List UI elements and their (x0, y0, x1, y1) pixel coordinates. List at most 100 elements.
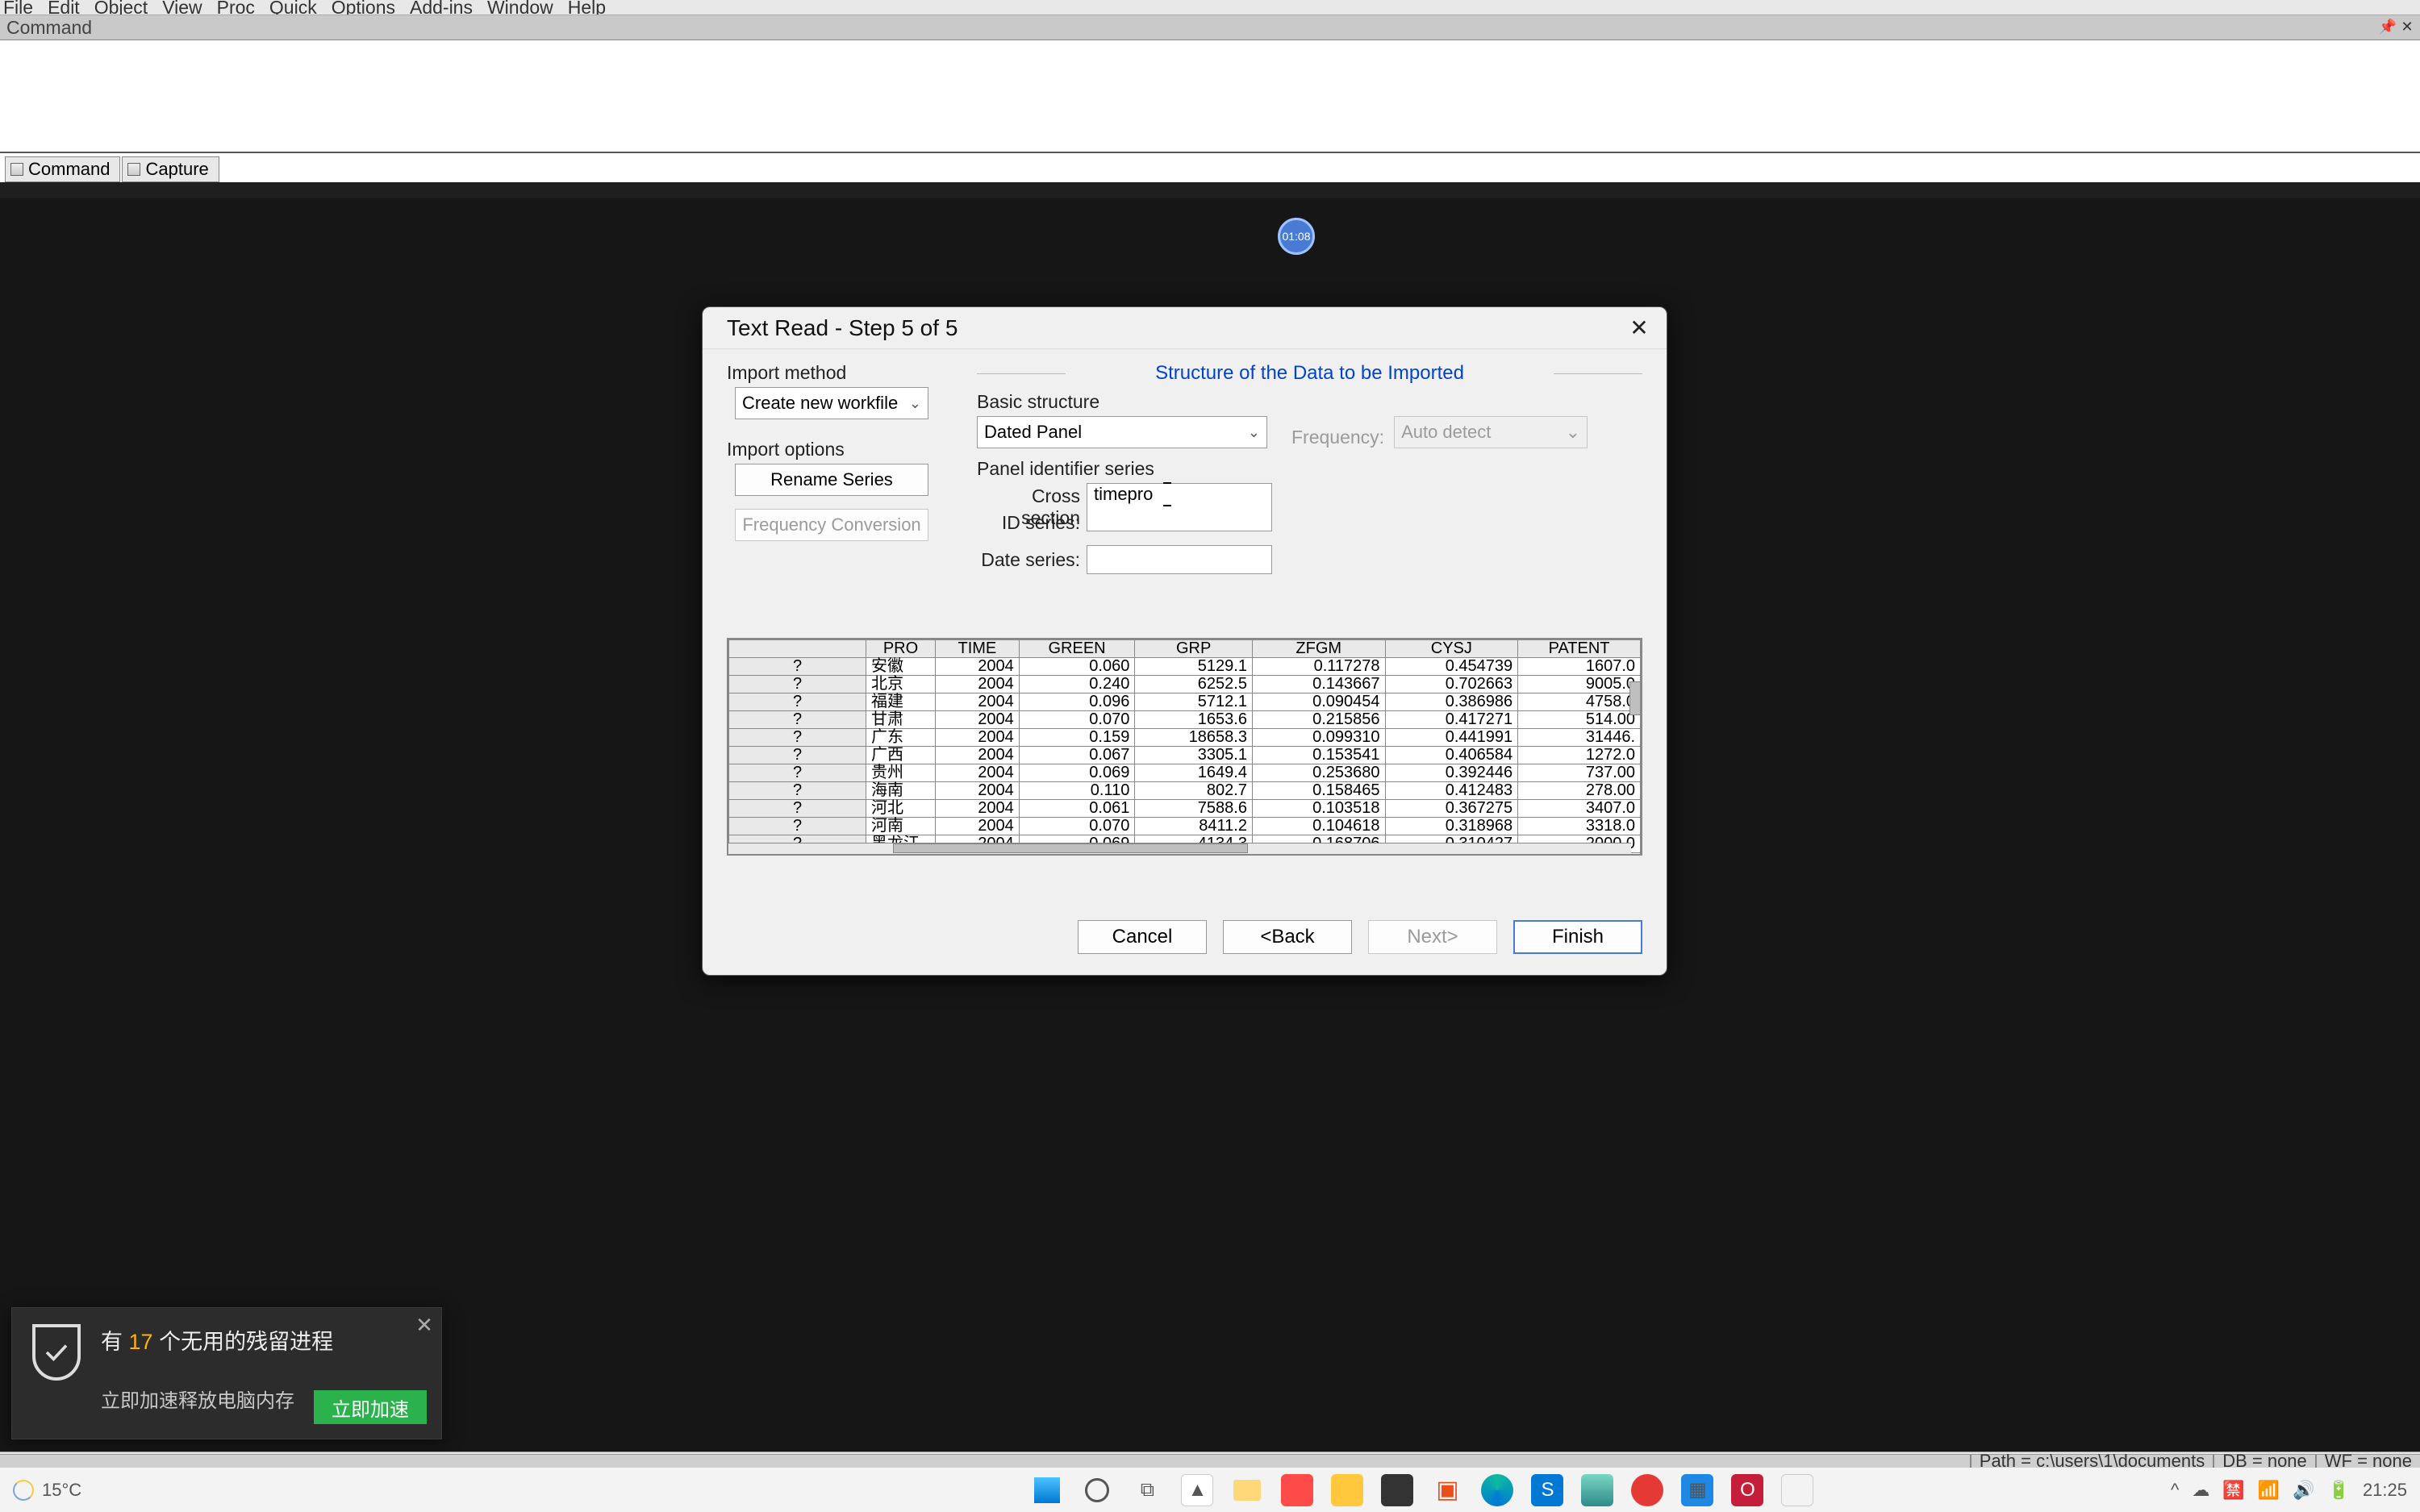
back-button[interactable]: <Back (1223, 920, 1352, 954)
dialog-close-button[interactable]: ✕ (1625, 314, 1654, 343)
chevron-down-icon: ⌄ (1566, 422, 1580, 443)
taskbar-app-2[interactable] (1281, 1474, 1313, 1506)
tab-capture-label: Capture (145, 159, 208, 180)
table-row[interactable]: ?贵州20040.0691649.40.2536800.392446737.00 (729, 764, 1641, 782)
frequency-value: Auto detect (1401, 422, 1491, 443)
basic-structure-select[interactable]: Dated Panel ⌄ (977, 416, 1267, 448)
tray-volume-icon[interactable]: 🔊 (2293, 1480, 2314, 1501)
rename-series-button[interactable]: Rename Series (735, 464, 928, 496)
grid-header-cysj[interactable]: CYSJ (1385, 640, 1518, 658)
command-input-area[interactable] (0, 40, 2420, 153)
toast-title: 有 17 个无用的残留进程 (101, 1324, 427, 1356)
import-method-select[interactable]: Create new workfile ⌄ (735, 387, 928, 419)
taskbar-clock[interactable]: 21:25 (2363, 1481, 2407, 1499)
weather-icon[interactable] (13, 1480, 34, 1501)
grid-header-grp[interactable]: GRP (1135, 640, 1253, 658)
toast-close-button[interactable]: ✕ (412, 1313, 436, 1337)
shield-icon (32, 1324, 81, 1381)
panel-identifier-label: Panel identifier series (977, 458, 1642, 480)
command-label: Command (6, 17, 92, 39)
text-read-dialog: Text Read - Step 5 of 5 ✕ Import method … (702, 306, 1667, 976)
close-icon: ✕ (1629, 314, 1648, 341)
pane-tabs: Command Capture (0, 153, 2420, 182)
basic-structure-value: Dated Panel (984, 422, 1082, 443)
recording-badge[interactable]: 01:08 (1278, 218, 1315, 255)
taskbar-app-1[interactable]: ▲ (1181, 1474, 1213, 1506)
status-db: DB = none (2213, 1455, 2307, 1468)
data-preview-grid[interactable]: PROTIMEGREENGRPZFGMCYSJPATENT ?安徽20040.0… (727, 638, 1642, 856)
date-series-label: Date series: (977, 549, 1087, 571)
id-series-label: ID series: (977, 512, 1087, 534)
toast-speedup-button[interactable]: 立即加速 (314, 1390, 427, 1424)
task-view-icon[interactable]: ⧉ (1131, 1474, 1163, 1506)
vertical-scrollbar-thumb[interactable] (1629, 681, 1641, 715)
search-icon[interactable] (1081, 1474, 1113, 1506)
cancel-button[interactable]: Cancel (1078, 920, 1207, 954)
grid-header-time[interactable]: TIME (936, 640, 1020, 658)
import-method-value: Create new workfile (742, 393, 898, 414)
status-bar: Path = c:\users\1\documents DB = none WF… (0, 1455, 2420, 1468)
import-options-label: Import options (727, 439, 953, 460)
import-method-label: Import method (727, 362, 953, 384)
status-path: Path = c:\users\1\documents (1970, 1455, 2205, 1468)
file-explorer-icon[interactable] (1231, 1474, 1263, 1506)
taskbar-app-5[interactable]: ▣ (1431, 1474, 1463, 1506)
tray-chevron-icon[interactable]: ^ (2171, 1480, 2179, 1501)
taskbar-app-7[interactable] (1581, 1474, 1613, 1506)
grid-header-zfgm[interactable]: ZFGM (1252, 640, 1385, 658)
start-button[interactable] (1031, 1474, 1063, 1506)
cross-section-input[interactable] (1094, 484, 1166, 505)
taskbar-app-8[interactable] (1631, 1474, 1663, 1506)
taskbar-app-6[interactable]: S (1531, 1474, 1563, 1506)
command-pane-close-icon[interactable]: ✕ (2399, 19, 2415, 35)
command-pane-pin-icon[interactable]: 📌 (2380, 19, 2396, 35)
horizontal-scrollbar-thumb[interactable] (893, 843, 1248, 853)
frequency-select: Auto detect ⌄ (1394, 416, 1588, 448)
tab-command[interactable]: Command (5, 156, 120, 182)
dialog-title: Text Read - Step 5 of 5 (727, 315, 958, 341)
taskbar-app-9[interactable]: ▦ (1681, 1474, 1713, 1506)
frequency-label: Frequency: (1291, 427, 1384, 448)
taskbar-app-10[interactable]: O (1731, 1474, 1763, 1506)
finish-button[interactable]: Finish (1513, 920, 1642, 954)
table-row[interactable]: ?福建20040.0965712.10.0904540.3869864758.0 (729, 694, 1641, 711)
taskbar-app-3[interactable] (1331, 1474, 1363, 1506)
table-row[interactable]: ?河北20040.0617588.60.1035180.3672753407.0 (729, 800, 1641, 818)
tray-onedrive-icon[interactable]: ☁ (2192, 1480, 2209, 1501)
cleanup-toast: ✕ 有 17 个无用的残留进程 立即加速释放电脑内存 立即加速 (11, 1307, 442, 1439)
table-row[interactable]: ?广东20040.15918658.30.0993100.44199131446… (729, 729, 1641, 747)
grid-header-patent[interactable]: PATENT (1518, 640, 1641, 658)
grid-header-pro[interactable]: PRO (866, 640, 936, 658)
tab-command-label: Command (28, 159, 110, 180)
edge-icon[interactable] (1481, 1474, 1513, 1506)
taskbar[interactable]: 15°C ⧉ ▲ ▣ S ▦ O ^ ☁ 🈲 📶 🔊 🔋 (0, 1468, 2420, 1512)
grid-corner (729, 640, 866, 658)
table-row[interactable]: ?海南20040.110802.70.1584650.412483278.00 (729, 782, 1641, 800)
date-series-input[interactable] (1087, 545, 1272, 574)
taskbar-app-11[interactable] (1781, 1474, 1813, 1506)
tray-input-icon[interactable]: 🈲 (2222, 1480, 2244, 1501)
tray-battery-icon[interactable]: 🔋 (2328, 1480, 2350, 1501)
table-row[interactable]: ?广西20040.0673305.10.1535410.4065841272.0 (729, 747, 1641, 764)
tray-wifi-icon[interactable]: 📶 (2258, 1480, 2280, 1501)
status-wf: WF = none (2315, 1455, 2412, 1468)
tab-capture[interactable]: Capture (122, 156, 219, 182)
table-row[interactable]: ?甘肃20040.0701653.60.2158560.417271514.00 (729, 711, 1641, 729)
toast-subtitle: 立即加速释放电脑内存 (101, 1385, 294, 1413)
command-pane-title: Command 📌 ✕ (0, 15, 2420, 40)
table-row[interactable]: ?安徽20040.0605129.10.1172780.4547391607.0 (729, 658, 1641, 676)
table-row[interactable]: ?河南20040.0708411.20.1046180.3189683318.0 (729, 818, 1641, 835)
structure-header: Structure of the Data to be Imported (977, 362, 1642, 385)
horizontal-scrollbar-track[interactable] (728, 843, 1631, 854)
menubar[interactable]: File Edit Object View Proc Quick Options… (0, 0, 2420, 15)
taskbar-app-4[interactable] (1381, 1474, 1413, 1506)
chevron-down-icon: ⌄ (1248, 424, 1260, 441)
chevron-down-icon: ⌄ (909, 395, 921, 412)
grid-header-green[interactable]: GREEN (1019, 640, 1135, 658)
document-icon (127, 163, 140, 176)
table-row[interactable]: ?北京20040.2406252.50.1436670.7026639005.0 (729, 676, 1641, 694)
frequency-conversion-button: Frequency Conversion (735, 509, 928, 541)
text-caret (1166, 484, 1167, 505)
taskbar-temp[interactable]: 15°C (42, 1480, 81, 1501)
basic-structure-label: Basic structure (977, 391, 1267, 413)
